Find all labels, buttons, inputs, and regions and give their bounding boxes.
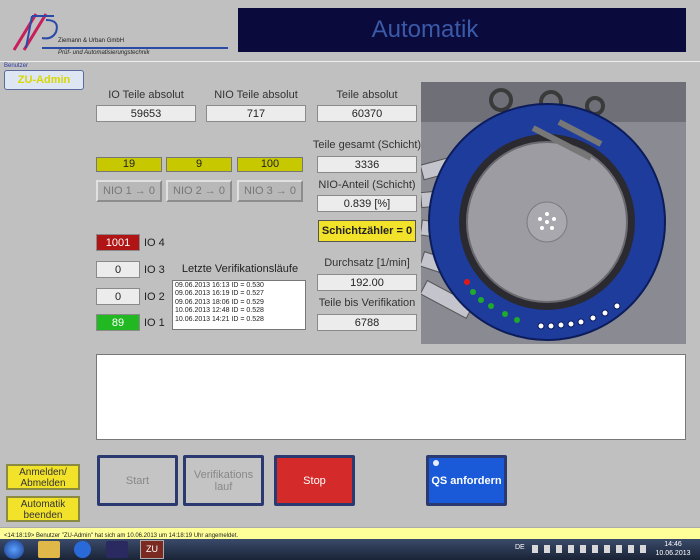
user-group-label: Benutzer [4, 63, 29, 69]
taskbar-date[interactable]: 10.06.2013 [650, 550, 696, 557]
nio-3-count: 100 [237, 157, 303, 172]
total-parts-value: 60370 [317, 105, 417, 122]
explorer-icon[interactable] [38, 541, 60, 558]
message-area[interactable] [96, 354, 686, 440]
list-item: 10.06.2013 14:21 ID = 0.528 [175, 315, 264, 323]
page-title: Automatik [371, 16, 479, 43]
nio-parts-label: NIO Teile absolut [214, 89, 298, 101]
io-2-value: 0 [96, 288, 140, 305]
nio-parts-value: 717 [206, 105, 306, 122]
nio-2-count: 9 [166, 157, 232, 172]
language-indicator[interactable]: DE [515, 544, 525, 551]
io-3-label: IO 3 [144, 264, 165, 276]
taskbar-time[interactable]: 14:46 [650, 541, 696, 548]
stop-button[interactable]: Stop [274, 455, 355, 506]
company-tagline: Prüf- und Automatisierungstechnik [58, 50, 150, 56]
io-parts-value: 59653 [96, 105, 196, 122]
verification-list[interactable]: 09.06.2013 16:13 ID = 0.530 09.06.2013 1… [172, 280, 306, 330]
list-item: 09.06.2013 16:19 ID = 0.527 [175, 290, 264, 298]
shift-counter-reset-button[interactable]: Schichtzähler = 0 [318, 220, 416, 242]
io-4-value: 1001 [96, 234, 140, 251]
app-icon[interactable] [106, 541, 128, 558]
throughput-value: 192.00 [317, 274, 417, 291]
io-parts-label: IO Teile absolut [108, 89, 184, 101]
list-item: 10.06.2013 12:48 ID = 0.528 [175, 307, 264, 315]
list-item: 09.06.2013 18:06 ID = 0.529 [175, 298, 264, 306]
io-1-label: IO 1 [144, 317, 165, 329]
login-logout-button[interactable]: Anmelden/ Abmelden [6, 464, 80, 490]
zu-app-taskbar-icon[interactable]: ZU [140, 540, 164, 559]
io-4-label: IO 4 [144, 237, 165, 249]
verification-run-button[interactable]: Verifikations lauf [183, 455, 264, 506]
start-menu-button[interactable] [4, 540, 24, 559]
shift-total-value: 3336 [317, 156, 417, 173]
total-parts-label: Teile absolut [336, 89, 398, 101]
io-2-label: IO 2 [144, 291, 165, 303]
io-3-value: 0 [96, 261, 140, 278]
company-name: Ziemann & Urban GmbH [58, 38, 125, 44]
tray-icons[interactable] [532, 545, 648, 553]
user-button[interactable]: ZU-Admin [4, 70, 84, 90]
io-1-value: 89 [96, 314, 140, 331]
nio-2-reset-button[interactable]: NIO 2 → 0 [166, 180, 232, 202]
nio-ratio-value: 0.839 [%] [317, 195, 417, 212]
throughput-label: Durchsatz [1/min] [324, 257, 410, 269]
header-divider [0, 61, 700, 62]
parts-until-verification-label: Teile bis Verifikation [318, 297, 416, 309]
browser-icon[interactable] [74, 541, 91, 558]
nio-1-count: 19 [96, 157, 162, 172]
end-automatic-button[interactable]: Automatik beenden [6, 496, 80, 522]
list-item: 09.06.2013 16:13 ID = 0.530 [175, 282, 264, 289]
rotary-table-icon [421, 82, 686, 344]
nio-ratio-label: NIO-Anteil (Schicht) [318, 179, 416, 191]
nio-3-reset-button[interactable]: NIO 3 → 0 [237, 180, 303, 202]
parts-until-verification-value: 6788 [317, 314, 417, 331]
machine-visualization [421, 82, 686, 344]
start-button[interactable]: Start [97, 455, 178, 506]
shift-total-label: Teile gesamt (Schicht) [312, 139, 422, 151]
nio-1-reset-button[interactable]: NIO 1 → 0 [96, 180, 162, 202]
verification-title: Letzte Verifikationsläufe [181, 263, 299, 275]
qs-indicator-icon [433, 460, 439, 466]
